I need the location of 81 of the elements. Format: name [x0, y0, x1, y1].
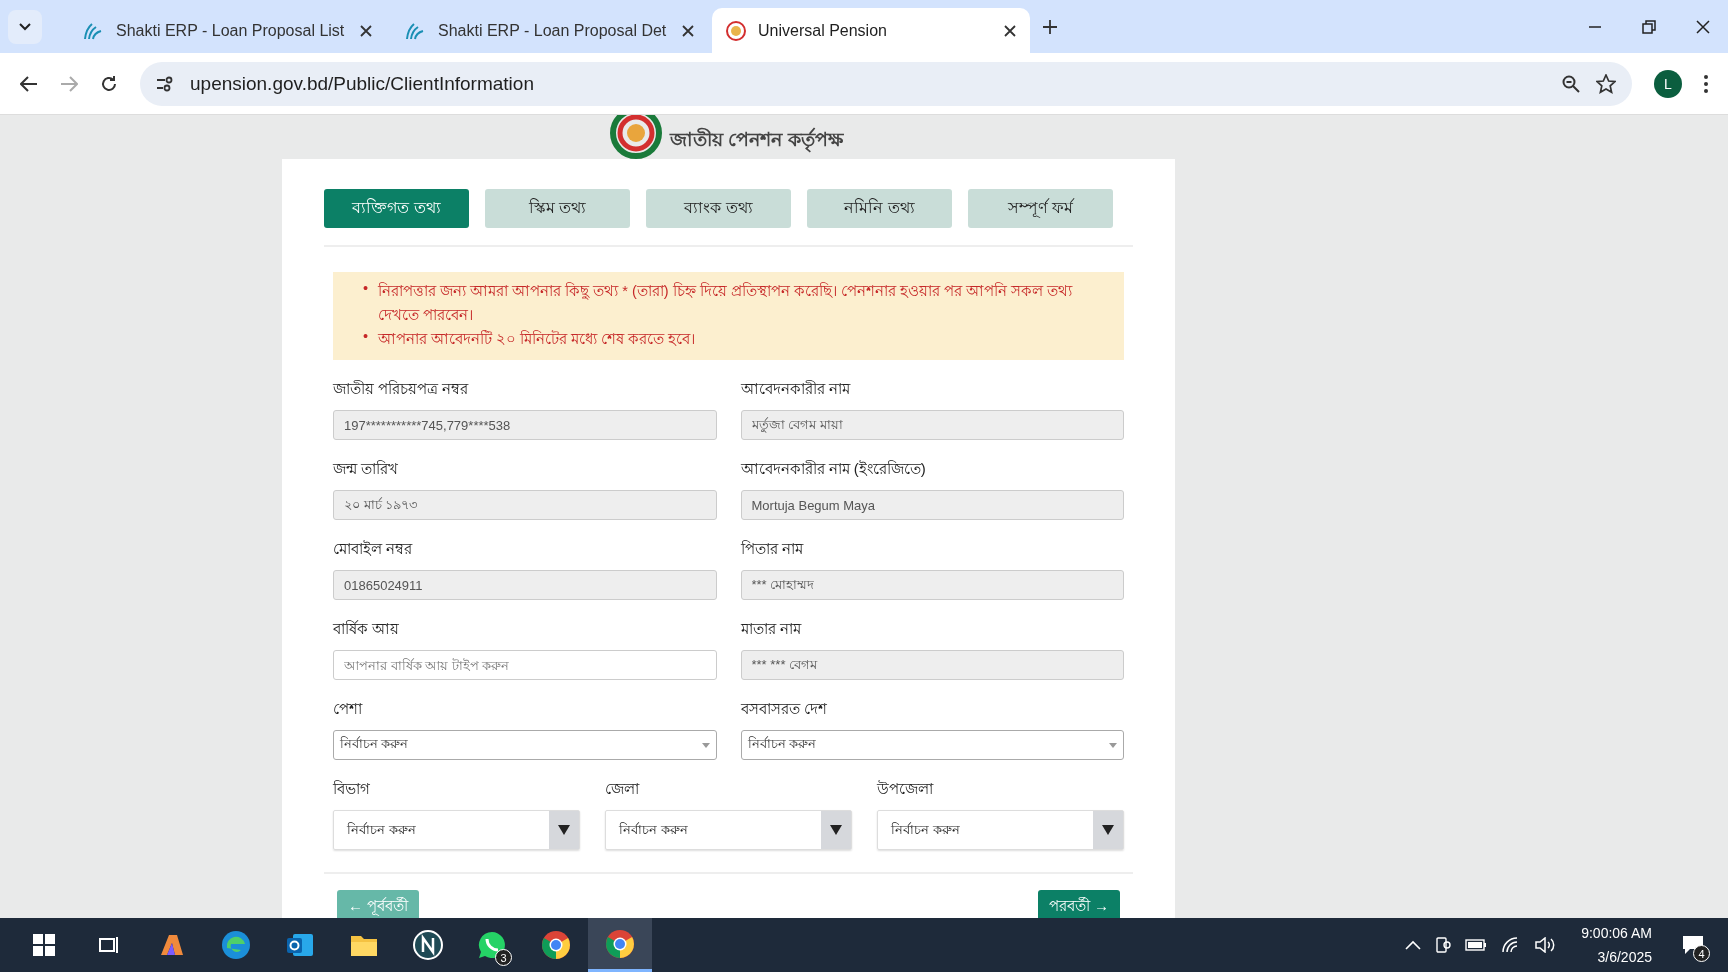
- site-settings-icon[interactable]: [156, 75, 174, 92]
- organization-name: জাতীয় পেনশন কর্তৃপক্ষ: [670, 125, 843, 157]
- close-icon[interactable]: [360, 24, 372, 37]
- form-tab[interactable]: ব্যক্তিগত তথ্য: [324, 189, 469, 228]
- browser-tab[interactable]: Universal Pension: [712, 8, 1030, 53]
- field-label: পিতার নাম: [740, 539, 805, 559]
- chevron-up-icon[interactable]: [1405, 940, 1422, 950]
- chat-bubble-icon[interactable]: [476, 929, 508, 961]
- emblem-icon: [726, 20, 746, 41]
- taskbar-app[interactable]: 3: [460, 918, 524, 972]
- tab-title: Universal Pension: [758, 21, 888, 40]
- chrome-browser-icon[interactable]: [541, 930, 571, 960]
- bullet-mark: •: [363, 328, 369, 346]
- text-field[interactable]: আপনার বার্ষিক আয় টাইপ করুন: [333, 650, 717, 680]
- close-icon[interactable]: [682, 24, 694, 37]
- notifications-button[interactable]: 4: [1678, 930, 1708, 960]
- caret-icon: [1102, 825, 1114, 835]
- new-tab-icon[interactable]: [1042, 18, 1058, 35]
- field-label: আবেদনকারীর নাম: [740, 379, 852, 399]
- chevron-down-icon: [19, 22, 31, 31]
- taskbar-app[interactable]: [588, 918, 652, 972]
- field-label: জাতীয় পরিচয়পত্র নম্বর: [333, 379, 470, 399]
- sparkle-logo-icon: [82, 20, 104, 41]
- speaker-icon[interactable]: [1535, 937, 1556, 953]
- bullet-mark: •: [363, 280, 369, 298]
- browser-tab[interactable]: Shakti ERP - Loan Proposal List: [68, 8, 386, 53]
- caret-icon: [830, 825, 842, 835]
- restore-icon[interactable]: [1642, 19, 1656, 34]
- dropdown-field[interactable]: নির্বাচন করুন: [605, 810, 852, 850]
- field-label: বার্ষিক আয়: [333, 619, 401, 639]
- battery-icon[interactable]: [1465, 938, 1488, 952]
- url-text: upension.gov.bd/Public/ClientInformation: [190, 72, 535, 95]
- field-label: আবেদনকারীর নাম (ইংরেজিতে): [740, 459, 927, 479]
- caret-icon: [701, 742, 710, 748]
- field-label: উপজেলা: [877, 779, 935, 799]
- dropdown-field[interactable]: নির্বাচন করুন: [877, 810, 1124, 850]
- next-button[interactable]: পরবর্তী →: [1037, 890, 1120, 918]
- clock-time[interactable]: 9:00:06 AM: [1581, 921, 1652, 945]
- select-field[interactable]: নির্বাচন করুন: [740, 730, 1124, 760]
- field-label: মাতার নাম: [740, 619, 803, 639]
- close-icon[interactable]: [1696, 19, 1710, 34]
- field-label: বিভাগ: [333, 779, 371, 799]
- edge-browser-icon[interactable]: [221, 930, 251, 960]
- device-icon[interactable]: [1435, 936, 1452, 954]
- clock-date[interactable]: 3/6/2025: [1597, 945, 1652, 969]
- form-tab[interactable]: নমিনি তথ্য: [807, 189, 952, 228]
- tab-title: Shakti ERP - Loan Proposal List: [116, 21, 346, 40]
- star-icon[interactable]: [1596, 73, 1616, 94]
- caret-icon: [558, 825, 570, 835]
- form-tab[interactable]: ব্যাংক তথ্য: [646, 189, 791, 228]
- field-label: মোবাইল নম্বর: [333, 539, 414, 559]
- select-field[interactable]: নির্বাচন করুন: [333, 730, 717, 760]
- reload-icon[interactable]: [100, 74, 118, 93]
- browser-tab[interactable]: Shakti ERP - Loan Proposal Det: [390, 8, 708, 53]
- n-letter-app-icon[interactable]: [413, 930, 443, 960]
- tab-list-button[interactable]: [8, 9, 42, 44]
- dropdown-field[interactable]: নির্বাচন করুন: [333, 810, 580, 850]
- sparkle-logo-icon: [404, 20, 426, 41]
- mail-app-icon[interactable]: [285, 931, 315, 959]
- count-badge: 4: [1693, 945, 1710, 962]
- form-tab[interactable]: সম্পূর্ণ ফর্ম: [968, 189, 1113, 228]
- tab-title: Shakti ERP - Loan Proposal Det: [438, 21, 668, 40]
- back-icon[interactable]: [20, 75, 38, 92]
- field-label: বসবাসরত দেশ: [740, 699, 828, 719]
- close-icon[interactable]: [1004, 24, 1016, 37]
- field-label: জন্ম তারিখ: [333, 459, 400, 479]
- profile-avatar[interactable]: L: [1654, 69, 1682, 98]
- notice-text: আপনার আবেদনটি ২০ মিনিটের মধ্যে শেষ করতে হবে।: [378, 329, 696, 349]
- field-label: জেলা: [605, 779, 641, 799]
- form-tab[interactable]: স্কিম তথ্য: [485, 189, 630, 228]
- task-view-icon[interactable]: [97, 934, 119, 956]
- address-bar[interactable]: upension.gov.bd/Public/ClientInformation: [140, 61, 1632, 106]
- zoom-icon[interactable]: [1562, 74, 1580, 93]
- notice-text: নিরাপত্তার জন্য আমরা আপনার কিছু তথ্য * (তারা) চিহ্ন দিয়ে প্রতিস্থাপন করেছি। পেনশনার হওয়ার পর আপনি সকল তথ্য দেখতে পারবেন।: [378, 281, 1074, 325]
- menu-icon[interactable]: [1704, 74, 1708, 93]
- chrome-browser-icon[interactable]: [605, 928, 635, 959]
- windows-start-icon[interactable]: [33, 934, 55, 956]
- caret-icon: [1109, 742, 1117, 748]
- field-label: পেশা: [333, 699, 364, 719]
- emblem-logo-icon: [610, 115, 662, 159]
- count-badge: 3: [495, 949, 512, 966]
